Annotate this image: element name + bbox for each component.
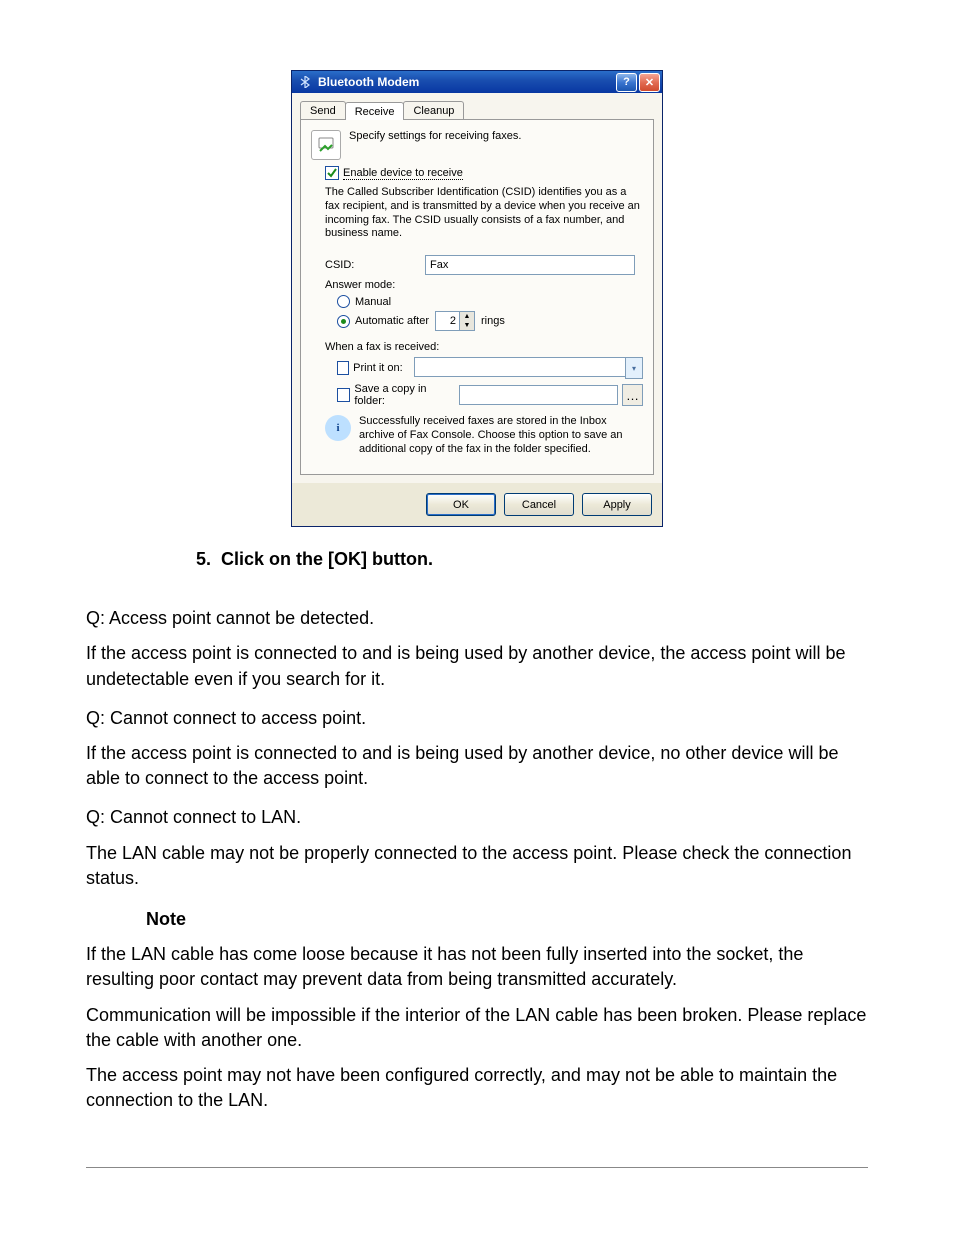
rings-spinner[interactable]: 2 ▲ ▼: [435, 311, 475, 331]
enable-receive-label: Enable device to receive: [343, 167, 463, 180]
radio-automatic[interactable]: [337, 315, 350, 328]
printer-dropdown[interactable]: [414, 357, 625, 377]
ok-button[interactable]: OK: [426, 493, 496, 516]
cancel-button[interactable]: Cancel: [504, 493, 574, 516]
info-text: Successfully received faxes are stored i…: [359, 415, 643, 456]
chevron-down-icon[interactable]: ▾: [625, 357, 643, 379]
q2-question: Q: Cannot connect to access point.: [86, 706, 868, 731]
spinner-down-icon[interactable]: ▼: [460, 321, 474, 330]
step-number: 5.: [196, 549, 211, 569]
tab-cleanup[interactable]: Cleanup: [403, 101, 464, 119]
csid-label: CSID:: [325, 259, 425, 271]
print-label: Print it on:: [353, 362, 414, 374]
q3-answer-1: The LAN cable may not be properly connec…: [86, 841, 868, 891]
radio-automatic-label: Automatic after: [355, 315, 429, 327]
bluetooth-icon: [298, 75, 312, 89]
close-icon: ✕: [645, 76, 654, 89]
tab-receive[interactable]: Receive: [345, 102, 405, 120]
note-1: If the LAN cable has come loose because …: [86, 942, 868, 992]
spinner-up-icon[interactable]: ▲: [460, 312, 474, 321]
apply-button[interactable]: Apply: [582, 493, 652, 516]
radio-manual[interactable]: [337, 295, 350, 308]
browse-button[interactable]: …: [622, 384, 643, 406]
info-icon: i: [325, 415, 351, 441]
tab-content: Specify settings for receiving faxes. En…: [300, 119, 654, 475]
footer-rule: [86, 1167, 868, 1168]
save-copy-label: Save a copy in folder:: [354, 383, 458, 407]
folder-input[interactable]: [459, 385, 619, 405]
close-button[interactable]: ✕: [639, 73, 660, 92]
q1-question: Q: Access point cannot be detected.: [86, 606, 868, 631]
answer-mode-label: Answer mode:: [325, 279, 643, 291]
note-2: Communication will be impossible if the …: [86, 1003, 868, 1053]
tab-send[interactable]: Send: [300, 101, 346, 119]
note-heading: Note: [146, 907, 868, 932]
print-checkbox[interactable]: [337, 361, 349, 375]
q2-answer: If the access point is connected to and …: [86, 741, 868, 791]
q3-answer-2: The access point may not have been confi…: [86, 1063, 868, 1113]
fax-icon: [311, 130, 341, 160]
rings-unit: rings: [481, 315, 505, 327]
q1-answer: If the access point is connected to and …: [86, 641, 868, 691]
csid-input[interactable]: Fax: [425, 255, 635, 275]
radio-manual-label: Manual: [355, 296, 391, 308]
q3-question: Q: Cannot connect to LAN.: [86, 805, 868, 830]
step-text: Click on the [OK] button.: [221, 549, 433, 569]
csid-help-text: The Called Subscriber Identification (CS…: [325, 186, 643, 241]
when-received-label: When a fax is received:: [325, 341, 643, 353]
enable-receive-checkbox[interactable]: [325, 166, 339, 180]
help-button[interactable]: ?: [616, 73, 637, 92]
intro-text: Specify settings for receiving faxes.: [349, 130, 521, 142]
save-copy-checkbox[interactable]: [337, 388, 350, 402]
title-bar[interactable]: Bluetooth Modem ? ✕: [292, 71, 662, 93]
ellipsis-icon: …: [626, 388, 639, 403]
instruction-step: 5. Click on the [OK] button.: [196, 549, 868, 570]
dialog-title: Bluetooth Modem: [318, 75, 419, 89]
bluetooth-modem-dialog: Bluetooth Modem ? ✕ Send Receive Cleanup: [291, 70, 663, 527]
